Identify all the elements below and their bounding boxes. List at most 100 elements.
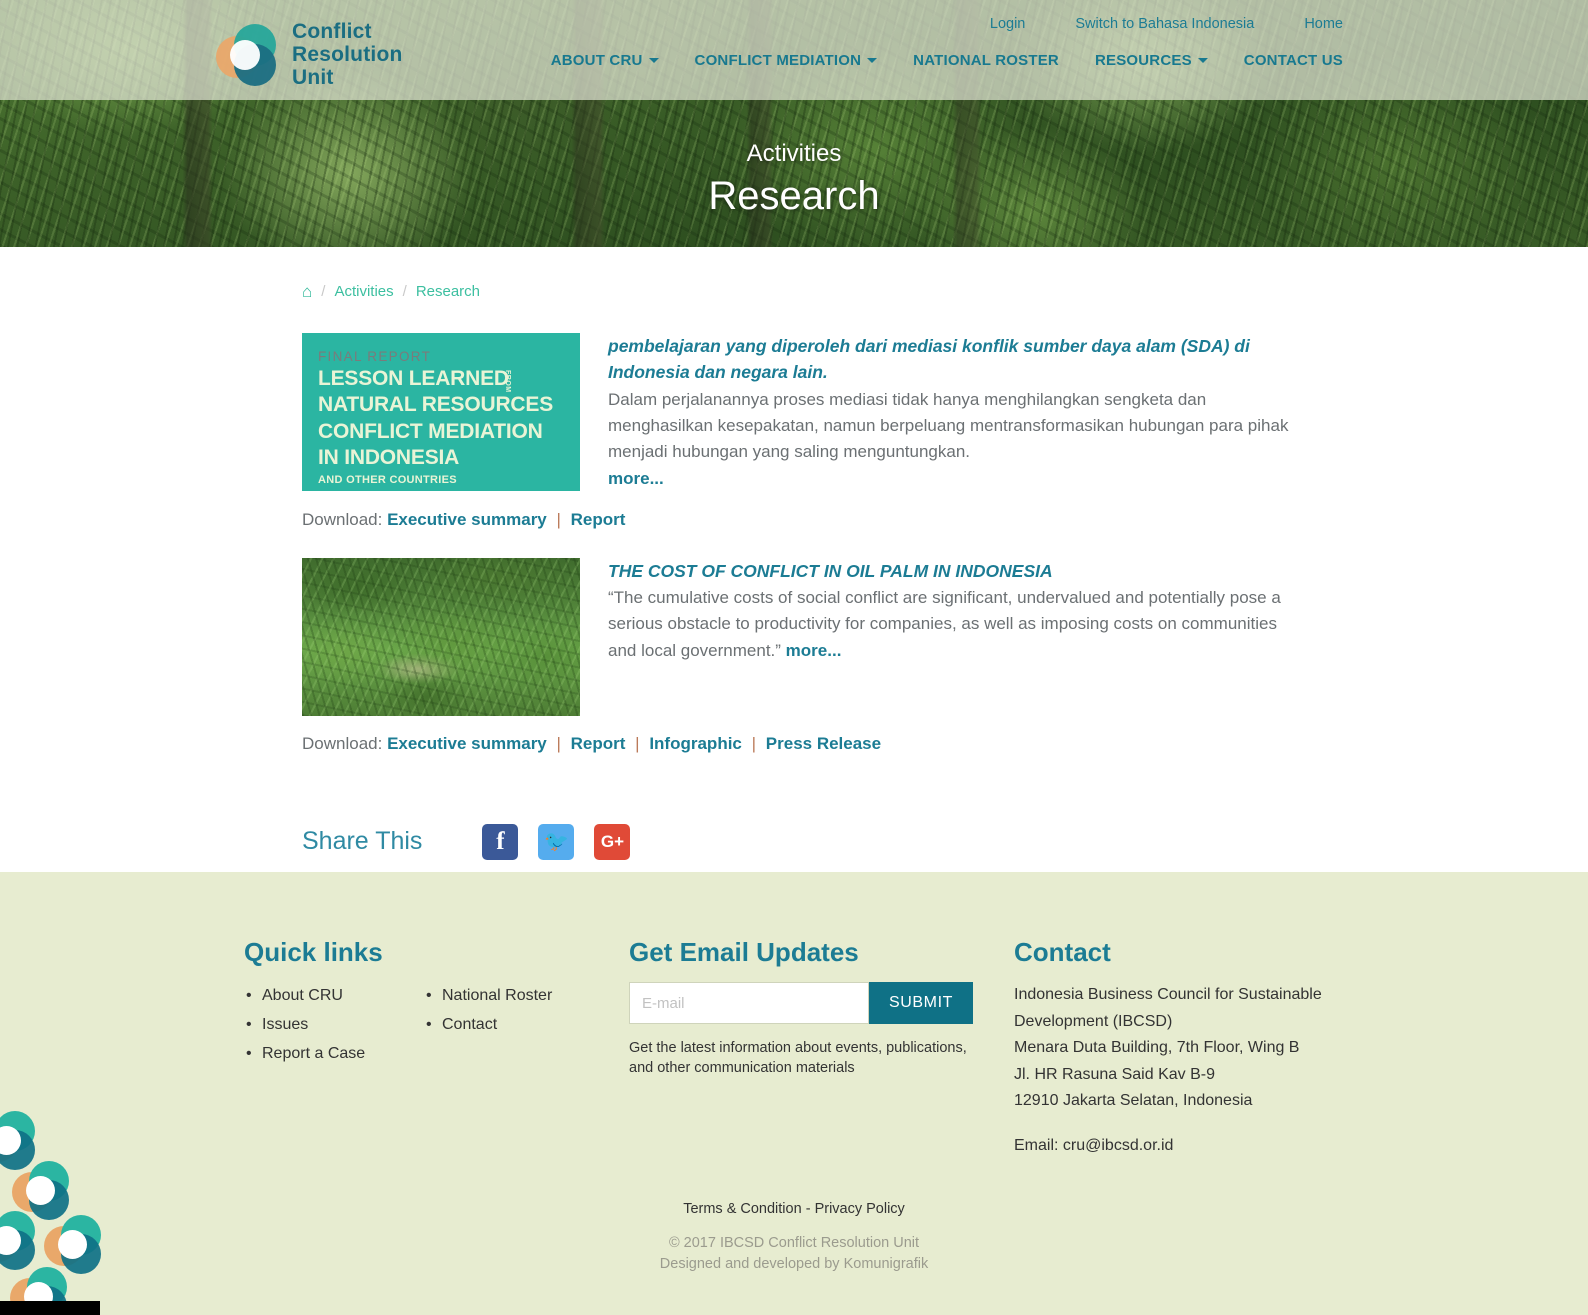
download-label: Download:	[302, 733, 383, 753]
chevron-down-icon	[1197, 58, 1208, 63]
research-item-body: pembelajaran yang diperoleh dari mediasi…	[608, 333, 1294, 492]
logo-line-1: Conflict	[292, 20, 372, 43]
logo-text: Conflict Resolution Unit	[292, 20, 403, 89]
download-separator: |	[751, 733, 757, 753]
hero-banner: Conflict Resolution Unit Login Switch to…	[0, 0, 1588, 247]
download-label: Download:	[302, 509, 383, 529]
submit-button[interactable]: SUBMIT	[869, 982, 973, 1024]
list-item[interactable]: About CRU	[244, 982, 424, 1011]
footer-edge-bar	[0, 1301, 100, 1315]
cover-line-3: CONFLICT MEDIATION	[318, 419, 543, 443]
research-item: THE COST OF CONFLICT IN OIL PALM IN INDO…	[294, 557, 1294, 716]
download-report[interactable]: Report	[571, 510, 626, 529]
cover-line-4: IN INDONESIA	[318, 445, 460, 469]
cover-kicker: FINAL REPORT	[318, 349, 432, 364]
footer-contact: Contact Indonesia Business Council for S…	[1014, 937, 1344, 1159]
utility-nav: Login Switch to Bahasa Indonesia Home	[990, 16, 1343, 32]
hero-subtitle: Activities	[746, 140, 842, 167]
breadcrumb: ⌂ / Activities / Research	[294, 271, 1294, 311]
cover-line-1: LESSON LEARNEDFROM	[318, 367, 566, 393]
copyright-line-2: Designed and developed by Komunigrafik	[659, 1255, 929, 1272]
cru-logo-icon	[216, 23, 278, 86]
chevron-down-icon	[867, 58, 878, 63]
report-cover-thumbnail[interactable]: FINAL REPORT LESSON LEARNEDFROM NATURAL …	[302, 333, 580, 491]
research-item-title[interactable]: THE COST OF CONFLICT IN OIL PALM IN INDO…	[608, 558, 1294, 584]
download-separator: |	[556, 733, 561, 753]
facebook-icon[interactable]: f	[482, 823, 519, 860]
nav-item-about-cru[interactable]: ABOUT CRU	[551, 52, 659, 69]
google-plus-icon[interactable]: G+	[594, 823, 631, 860]
footer-copyright: © 2017 IBCSD Conflict Resolution Unit De…	[0, 1233, 1588, 1275]
copyright-line-1: © 2017 IBCSD Conflict Resolution Unit	[668, 1234, 920, 1251]
site-footer: Quick links About CRU Issues Report a Ca…	[0, 872, 1588, 1315]
quick-link-report-a-case[interactable]: Report a Case	[262, 1045, 365, 1062]
terms-link[interactable]: Terms & Condition	[683, 1201, 801, 1217]
research-item: FINAL REPORT LESSON LEARNEDFROM NATURAL …	[294, 333, 1294, 492]
chevron-down-icon	[648, 58, 659, 63]
list-item[interactable]: Contact	[424, 1011, 552, 1040]
nav-item-contact-us[interactable]: CONTACT US	[1244, 52, 1343, 69]
list-item[interactable]: Report a Case	[244, 1040, 424, 1069]
nav-label-about-cru: ABOUT CRU	[550, 52, 643, 69]
share-label: Share This	[302, 827, 423, 856]
cover-line-1-text: LESSON LEARNED	[318, 367, 509, 390]
download-infographic[interactable]: Infographic	[649, 734, 742, 753]
lesson-learned-cover: FINAL REPORT LESSON LEARNEDFROM NATURAL …	[302, 333, 580, 491]
cover-from-text: FROM	[503, 370, 511, 393]
utility-link-home[interactable]: Home	[1304, 16, 1343, 32]
twitter-icon[interactable]: 🐦	[538, 823, 575, 860]
utility-link-login[interactable]: Login	[990, 16, 1025, 32]
research-item-excerpt: “The cumulative costs of social conflict…	[608, 585, 1294, 664]
breadcrumb-item-research[interactable]: Research	[416, 283, 480, 300]
breadcrumb-item-activities[interactable]: Activities	[334, 283, 393, 300]
download-press-release[interactable]: Press Release	[766, 734, 881, 753]
download-report[interactable]: Report	[571, 734, 626, 753]
nav-item-conflict-mediation[interactable]: CONFLICT MEDIATION	[695, 52, 878, 69]
download-executive-summary[interactable]: Executive summary	[387, 510, 547, 529]
hero-titles: Activities Research	[0, 140, 1588, 219]
address-line-2: Development (IBCSD)	[1014, 1012, 1173, 1030]
nav-label-conflict-mediation: CONFLICT MEDIATION	[694, 52, 862, 69]
contact-email[interactable]: Email: cru@ibcsd.or.id	[1014, 1133, 1344, 1160]
nav-item-resources[interactable]: RESOURCES	[1095, 52, 1208, 69]
privacy-policy-link[interactable]: Privacy Policy	[815, 1201, 905, 1217]
quick-link-contact[interactable]: Contact	[442, 1016, 497, 1033]
footer-quick-links: Quick links About CRU Issues Report a Ca…	[244, 937, 629, 1159]
footer-email-updates: Get Email Updates SUBMIT Get the latest …	[629, 937, 1014, 1159]
quick-link-issues[interactable]: Issues	[262, 1016, 308, 1033]
email-updates-heading: Get Email Updates	[629, 937, 859, 967]
nav-label-resources: RESOURCES	[1094, 52, 1192, 69]
email-field[interactable]	[629, 982, 869, 1024]
home-icon[interactable]: ⌂	[302, 283, 312, 300]
download-separator: |	[635, 733, 640, 753]
quick-links-heading: Quick links	[244, 937, 383, 967]
address-line-3: Menara Duta Building, 7th Floor, Wing B	[1014, 1039, 1300, 1057]
list-item[interactable]: National Roster	[424, 982, 552, 1011]
download-row: Download: Executive summary | Report | I…	[294, 734, 1294, 754]
oil-palm-thumbnail[interactable]	[302, 557, 580, 716]
utility-link-switch-language[interactable]: Switch to Bahasa Indonesia	[1075, 16, 1254, 32]
legal-separator: -	[805, 1200, 811, 1217]
breadcrumb-separator: /	[321, 282, 326, 300]
quick-links-column-1: About CRU Issues Report a Case	[244, 982, 424, 1068]
page-title: Research	[708, 174, 880, 218]
nav-item-national-roster[interactable]: NATIONAL ROSTER	[913, 52, 1059, 69]
research-item-title[interactable]: pembelajaran yang diperoleh dari mediasi…	[608, 333, 1294, 386]
footer-bottom: Terms & Condition - Privacy Policy © 201…	[0, 1201, 1588, 1275]
share-section: Share This f 🐦 G+	[294, 823, 1294, 860]
quick-link-national-roster[interactable]: National Roster	[442, 987, 552, 1004]
research-item-excerpt: Dalam perjalanannya proses mediasi tidak…	[608, 387, 1294, 492]
footer-legal-links: Terms & Condition - Privacy Policy	[0, 1201, 1588, 1217]
quick-link-about-cru[interactable]: About CRU	[262, 987, 343, 1004]
address-line-4: Jl. HR Rasuna Said Kav B-9	[1014, 1065, 1215, 1083]
oil-palm-photo	[302, 557, 580, 716]
research-item-excerpt-text: “The cumulative costs of social conflict…	[608, 588, 1281, 660]
more-link[interactable]: more...	[608, 466, 1294, 492]
breadcrumb-separator: /	[402, 282, 407, 300]
quick-links-column-2: National Roster Contact	[424, 982, 552, 1068]
download-executive-summary[interactable]: Executive summary	[387, 734, 547, 753]
contact-heading: Contact	[1014, 937, 1111, 967]
more-link[interactable]: more...	[786, 641, 842, 660]
list-item[interactable]: Issues	[244, 1011, 424, 1040]
site-logo[interactable]: Conflict Resolution Unit	[216, 20, 403, 89]
